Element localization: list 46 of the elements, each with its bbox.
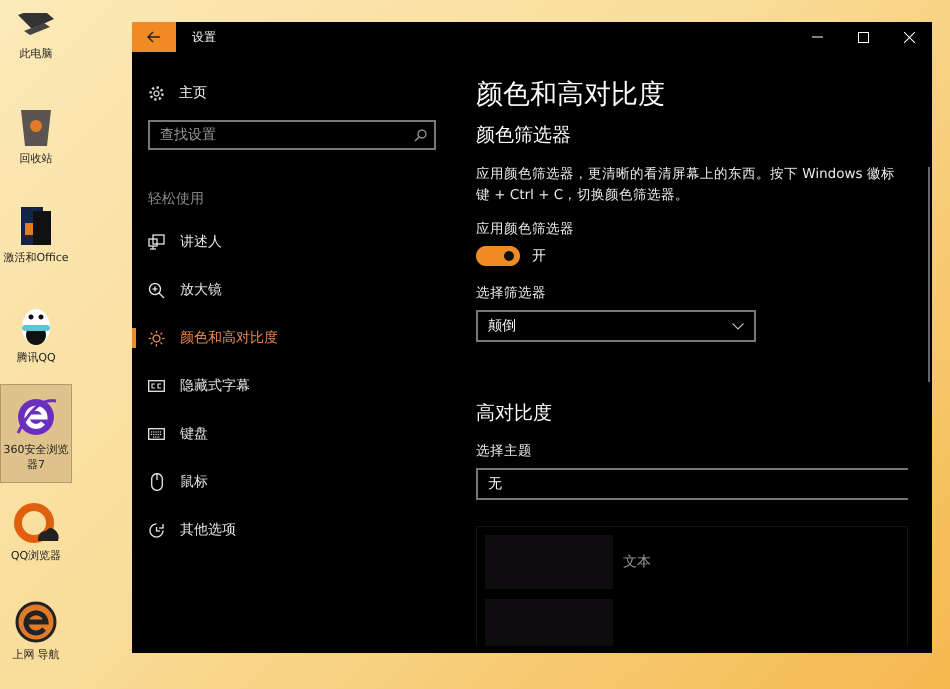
window-title: 设置 — [192, 28, 217, 46]
clock-arrow-icon — [148, 522, 165, 538]
maximize-icon — [858, 32, 868, 42]
desktop-shortcut[interactable]: 激活和Office — [0, 186, 72, 285]
section-heading: 高对比度 — [476, 401, 553, 426]
desktop-shortcut[interactable]: QQ浏览器 — [0, 483, 72, 582]
filter-dropdown[interactable]: 颠倒 — [476, 310, 756, 342]
nav-item[interactable]: 放大镜 — [132, 266, 450, 314]
toggle-switch[interactable] — [476, 246, 520, 266]
description-text: 应用颜色筛选器，更清晰的看清屏幕上的东西。按下 Windows 徽标键 + Ctrl + C，切换颜色筛选器。 — [476, 165, 896, 205]
desktop-shortcut[interactable]: 上网 导航 — [0, 582, 72, 681]
close-icon — [904, 32, 914, 42]
home-link[interactable]: 主页 — [148, 84, 450, 102]
nav-item[interactable]: 键盘 — [132, 410, 450, 458]
nav-item[interactable]: 隐藏式字幕 — [132, 362, 450, 410]
toggle-label: 应用颜色筛选器 — [476, 220, 575, 238]
chevron-down-icon — [732, 322, 744, 330]
dropdown-label: 选择筛选器 — [476, 284, 547, 302]
cloud-ring-icon — [12, 501, 60, 546]
search-icon — [414, 129, 427, 142]
closed-captions-icon — [148, 380, 165, 392]
nav-item[interactable]: 其他选项 — [132, 506, 450, 554]
page-title: 颜色和高对比度 — [476, 78, 666, 112]
browser-e-icon — [14, 600, 58, 644]
nav-item[interactable]: 讲述人 — [132, 218, 450, 266]
section-heading: 颜色筛选器 — [476, 123, 572, 148]
desktop-shortcut[interactable]: 腾讯QQ — [0, 285, 72, 384]
desktop-shortcut[interactable]: 回收站 — [0, 87, 72, 186]
desktop-shortcut[interactable]: 360安全浏览器7 — [0, 384, 72, 483]
settings-icon — [148, 84, 165, 102]
preview-text: 文本 — [623, 553, 651, 571]
nav-item[interactable]: 颜色和高对比度 — [132, 314, 450, 362]
sun-icon — [148, 330, 165, 346]
dropdown-label: 选择主题 — [476, 442, 533, 460]
section-heading: 轻松使用 — [148, 190, 205, 208]
desktop-shortcut[interactable]: 此电脑 — [0, 0, 72, 87]
back-arrow-icon — [147, 31, 161, 43]
monitor-icon — [148, 234, 165, 250]
keyboard-icon — [148, 428, 165, 440]
zoom-in-icon — [148, 282, 165, 298]
toggle-state-text: 开 — [532, 247, 546, 265]
nav-item[interactable]: 鼠标 — [132, 458, 450, 506]
search-field[interactable]: 查找设置 — [148, 120, 436, 150]
theme-dropdown[interactable]: 无 — [476, 468, 908, 500]
mouse-icon — [150, 473, 162, 491]
minimize-icon — [812, 36, 822, 38]
